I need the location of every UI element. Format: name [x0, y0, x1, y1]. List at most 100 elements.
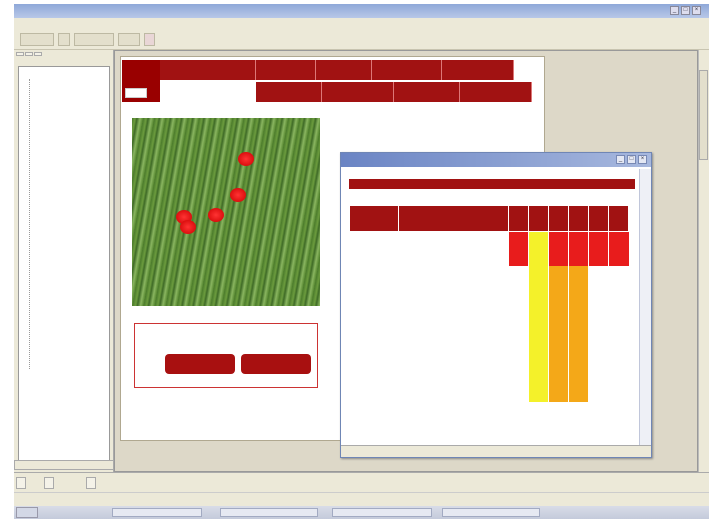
bottom-tab[interactable]	[86, 477, 96, 489]
column-header	[568, 205, 590, 232]
rating-cell	[528, 333, 549, 368]
minimize-icon[interactable]: _	[616, 155, 625, 164]
table-row	[349, 231, 629, 266]
start-button[interactable]	[16, 507, 38, 518]
close-icon[interactable]: ×	[638, 155, 647, 164]
field-photo	[132, 118, 320, 306]
nav-tab[interactable]	[460, 82, 532, 102]
popup-controls: _ □ ×	[616, 155, 647, 164]
table-row	[349, 367, 629, 402]
nav-tab[interactable]	[256, 82, 322, 102]
rating-cell	[528, 265, 549, 300]
nav-tab[interactable]	[322, 82, 394, 102]
maximize-icon[interactable]: □	[681, 6, 690, 15]
row-product	[397, 367, 509, 402]
column-header	[608, 205, 629, 232]
taskbar-item[interactable]	[442, 508, 540, 517]
rating-cell	[608, 299, 629, 334]
row-name	[349, 299, 399, 334]
close-icon[interactable]: ×	[692, 6, 701, 15]
nav-row-top	[160, 60, 514, 80]
bottom-tab[interactable]	[16, 477, 26, 489]
rating-cell	[528, 299, 549, 334]
row-product	[397, 299, 509, 334]
tree-hscrollbar[interactable]	[14, 460, 114, 470]
nav-tab[interactable]	[394, 82, 460, 102]
popup-titlebar: _ □ ×	[341, 153, 651, 167]
nav-tab[interactable]	[316, 60, 372, 80]
selection-box	[134, 323, 318, 388]
product-table-body	[349, 231, 629, 402]
poppy-flower	[230, 188, 246, 202]
nav-tab[interactable]	[256, 60, 316, 80]
rating-cell	[548, 265, 569, 300]
column-header	[528, 205, 550, 232]
nav-tab[interactable]	[160, 60, 256, 80]
toolbar	[14, 30, 709, 50]
toolbar-home-icon[interactable]	[58, 33, 70, 46]
window-controls: _ □ ×	[670, 6, 701, 15]
popup-statusbar	[341, 445, 651, 457]
rating-cell	[608, 265, 629, 300]
bottom-tab[interactable]	[44, 477, 54, 489]
nav-tab[interactable]	[442, 60, 514, 80]
rating-cell	[608, 367, 629, 402]
rating-cell	[508, 367, 529, 402]
minimize-icon[interactable]: _	[670, 6, 679, 15]
toolbar-back-button[interactable]	[20, 33, 54, 46]
taskbar-item[interactable]	[220, 508, 318, 517]
text-column	[324, 116, 539, 156]
rating-cell	[508, 333, 529, 368]
poppy-flower	[208, 208, 224, 222]
left-tab[interactable]	[34, 52, 42, 56]
rating-cell	[568, 299, 589, 334]
rating-cell	[568, 231, 589, 266]
taskbar-item[interactable]	[112, 508, 202, 517]
maximize-icon[interactable]: □	[627, 155, 636, 164]
row-name	[349, 367, 399, 402]
left-tab[interactable]	[25, 52, 33, 56]
rating-cell	[608, 333, 629, 368]
left-tab[interactable]	[16, 52, 24, 56]
rating-cell	[588, 299, 609, 334]
rating-cell	[548, 231, 569, 266]
row-product	[397, 231, 509, 266]
popup-header-bar	[349, 179, 635, 189]
content-scrollbar-thumb[interactable]	[699, 70, 708, 160]
toolbar-stop-icon[interactable]	[144, 33, 155, 46]
column-header	[397, 205, 510, 232]
poppy-flower	[238, 152, 254, 166]
window-titlebar: _ □ ×	[14, 4, 709, 18]
popup-scrollbar[interactable]	[639, 169, 651, 445]
column-header	[349, 205, 399, 232]
left-panel-tabs	[16, 52, 42, 56]
logo-icon	[125, 88, 147, 98]
taskbar	[14, 506, 709, 519]
rating-cell	[528, 231, 549, 266]
rating-cell	[528, 367, 549, 402]
row-product	[397, 265, 509, 300]
row-name	[349, 265, 399, 300]
selection-button-right[interactable]	[241, 354, 311, 374]
nav-tab[interactable]	[372, 60, 442, 80]
toolbar-tools-button[interactable]	[74, 33, 114, 46]
table-row	[349, 333, 629, 368]
toolbar-view-button[interactable]	[118, 33, 140, 46]
rating-cell	[588, 231, 609, 266]
site-logo[interactable]	[122, 60, 160, 102]
table-row	[349, 299, 629, 334]
taskbar-item[interactable]	[332, 508, 432, 517]
rating-cell	[588, 367, 609, 402]
rating-cell	[568, 333, 589, 368]
table-row	[349, 265, 629, 300]
row-name	[349, 333, 399, 368]
column-header	[508, 205, 530, 232]
column-header	[588, 205, 610, 232]
rating-cell	[568, 265, 589, 300]
menubar	[14, 18, 709, 30]
popup-window: _ □ ×	[340, 152, 652, 458]
selection-button-left[interactable]	[165, 354, 235, 374]
navigation-tree[interactable]	[18, 66, 110, 466]
rating-cell	[508, 231, 529, 266]
rating-cell	[548, 299, 569, 334]
